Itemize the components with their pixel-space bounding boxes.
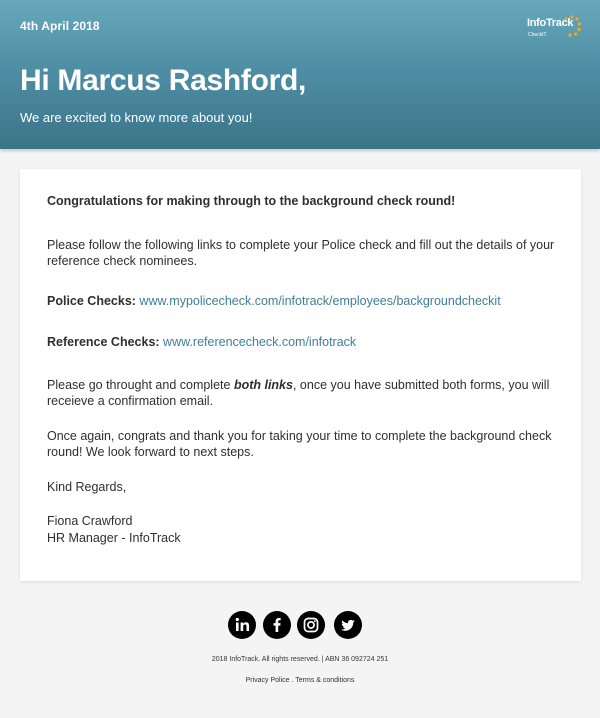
instagram-icon[interactable] [297,611,325,639]
facebook-icon[interactable] [263,611,291,639]
twitter-icon[interactable] [334,611,362,639]
police-check-link[interactable]: www.mypolicecheck.com/infotrack/employee… [136,294,500,308]
reference-check-label: Reference Checks: [47,335,160,349]
footer-links: Privacy Police . Terms & conditions [0,677,600,684]
copyright-text: 2018 InfoTrack. All rights reserved. | A… [211,656,389,663]
signer-title: HR Manager - InfoTrack [47,531,181,545]
greeting-subtitle: We are excited to know more about you! [20,110,253,125]
police-check-line: Police Checks: www.mypolicecheck.com/inf… [47,293,557,309]
complete-paragraph: Please go throught and complete both lin… [47,377,557,409]
thanks-paragraph: Once again, congrats and thank you for t… [47,429,552,459]
signer-name: Fiona Crawford [47,514,133,528]
complete-text-start: Please go throught and complete [47,378,234,392]
both-links-emphasis: both links [233,378,293,392]
greeting-heading: Hi Marcus Rashford, [20,64,307,97]
kind-regards: Kind Regards, [47,480,127,494]
linkedin-icon[interactable] [228,611,256,639]
reference-check-link[interactable]: www.referencecheck.com/infotrack [163,335,356,349]
message-card: Congratulations for making through to th… [20,169,581,581]
infotrack-logo[interactable]: InfoTrack CheckIT [527,15,583,41]
email-date: 4th April 2018 [20,19,100,33]
instructions-paragraph: Please follow the following links to com… [47,238,555,268]
congrats-line: Congratulations for making through to th… [47,194,456,208]
terms-link[interactable]: Terms & conditions [295,677,354,684]
police-check-label: Police Checks: [47,294,136,308]
reference-check-line: Reference Checks: www.referencecheck.com… [47,334,557,350]
logo-dots-icon [564,15,582,37]
email-header: 4th April 2018 InfoTrack CheckIT Hi Marc… [0,0,600,149]
logo-tagline: CheckIT [528,32,547,38]
privacy-policy-link[interactable]: Privacy Police [246,677,290,684]
